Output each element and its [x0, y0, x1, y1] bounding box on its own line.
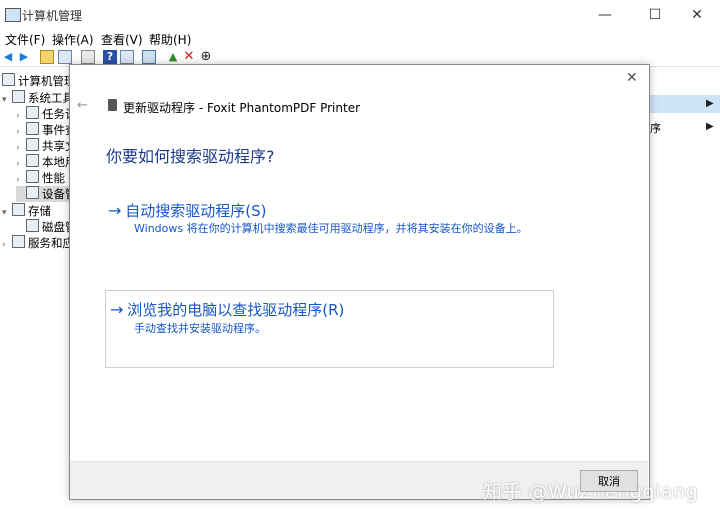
back-arrow-icon[interactable]: ◀ — [1, 50, 15, 64]
arrow-right-icon: → — [108, 201, 122, 220]
menu-help[interactable]: 帮助(H) — [149, 31, 191, 48]
tree-services-label: 服务和应 — [28, 236, 74, 250]
printer-icon — [108, 99, 117, 111]
storage-icon — [12, 203, 25, 216]
tree-item-task-scheduler[interactable]: › 任务计 — [16, 106, 77, 122]
close-button[interactable]: ✕ — [674, 0, 720, 30]
shared-folder-icon — [26, 138, 39, 151]
forward-arrow-icon[interactable]: ▶ — [17, 50, 31, 64]
tree-root-label: 计算机管理 — [18, 74, 76, 88]
services-icon — [12, 235, 25, 248]
arrow-right-icon: → — [110, 300, 124, 319]
chevron-right-icon: › — [16, 111, 20, 121]
chevron-right-icon: › — [16, 143, 20, 153]
properties-icon[interactable] — [81, 50, 95, 64]
tree-item-performance[interactable]: › 性能 — [16, 170, 65, 186]
chevron-right-icon[interactable]: ▶ — [706, 98, 714, 109]
device-manager-icon — [26, 186, 39, 199]
auto-search-desc: Windows 将在你的计算机中搜索最佳可用驱动程序，并将其安装在你的设备上。 — [134, 222, 528, 235]
view-icon[interactable] — [120, 50, 134, 64]
browse-option[interactable]: → 浏览我的电脑以查找驱动程序(R) — [110, 299, 344, 320]
chevron-right-icon: › — [16, 127, 20, 137]
enable-device-icon[interactable]: ▲ — [166, 50, 180, 64]
window-title: 计算机管理 — [22, 9, 83, 23]
tree-item-system-tools[interactable]: ▾ 系统工具 — [2, 90, 74, 106]
minimize-button[interactable]: — — [582, 0, 628, 30]
performance-icon — [26, 170, 39, 183]
update-driver-dialog — [69, 64, 650, 500]
chevron-right-icon[interactable]: ▶ — [706, 121, 714, 132]
show-tree-icon[interactable] — [58, 50, 72, 64]
help-icon[interactable]: ? — [103, 50, 117, 64]
chevron-right-icon: › — [16, 175, 20, 185]
menu-file[interactable]: 文件(F) — [5, 31, 45, 48]
computer-icon — [2, 73, 15, 86]
auto-search-label: 自动搜索驱动程序(S) — [125, 202, 267, 220]
tree-storage-label: 存储 — [28, 204, 51, 218]
event-icon — [26, 122, 39, 135]
back-arrow-icon[interactable]: ← — [77, 98, 88, 113]
tree-item-disk-management[interactable]: 磁盘管 — [16, 219, 77, 235]
tree-item-shared-folders[interactable]: › 共享文 — [16, 138, 77, 154]
clock-icon — [26, 106, 39, 119]
monitor-icon[interactable] — [142, 50, 156, 64]
tools-icon — [12, 90, 25, 103]
browse-desc: 手动查找并安装驱动程序。 — [134, 322, 266, 335]
menu-action[interactable]: 操作(A) — [52, 31, 94, 48]
tree-label: 性能 — [42, 171, 65, 185]
tree-item-event-viewer[interactable]: › 事件查 — [16, 122, 77, 138]
dialog-title: 更新驱动程序 - Foxit PhantomPDF Printer — [123, 101, 361, 115]
disk-icon — [26, 219, 39, 232]
chevron-down-icon: ▾ — [2, 95, 7, 105]
chevron-right-icon: › — [2, 240, 6, 250]
right-pane-text: 序 — [650, 122, 661, 135]
auto-search-option[interactable]: → 自动搜索驱动程序(S) — [108, 200, 266, 221]
users-icon — [26, 154, 39, 167]
browse-label: 浏览我的电脑以查找驱动程序(R) — [127, 301, 345, 319]
tree-item-local-users[interactable]: › 本地用 — [16, 154, 77, 170]
dialog-heading: 你要如何搜索驱动程序? — [106, 147, 275, 166]
maximize-button[interactable]: ☐ — [632, 0, 678, 30]
folder-up-icon[interactable] — [40, 50, 54, 64]
tree-item-root[interactable]: 计算机管理 — [2, 73, 76, 89]
tree-item-storage[interactable]: ▾ 存储 — [2, 203, 51, 219]
cancel-button[interactable]: 取消 — [580, 470, 638, 492]
menu-view[interactable]: 查看(V) — [101, 31, 143, 48]
update-driver-icon[interactable]: ⊕ — [199, 50, 213, 64]
tree-item-services[interactable]: › 服务和应 — [2, 235, 74, 251]
uninstall-icon[interactable]: ✕ — [182, 50, 196, 64]
chevron-down-icon: ▾ — [2, 208, 7, 218]
computer-management-icon — [5, 8, 21, 22]
chevron-right-icon: › — [16, 159, 20, 169]
dialog-close-icon[interactable]: ✕ — [626, 70, 638, 86]
tree-system-tools-label: 系统工具 — [28, 91, 74, 105]
